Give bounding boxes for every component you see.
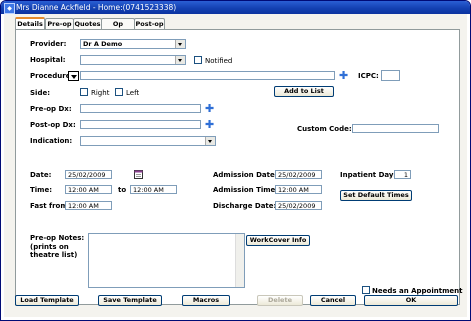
procedure-dropdown-button[interactable] bbox=[68, 71, 79, 81]
details-panel: Provider: Dr A Demo Hospital: Notified P… bbox=[15, 29, 463, 305]
time-from-input[interactable]: 12:00 AM bbox=[65, 185, 112, 194]
tab-op-notes[interactable]: Op Notes bbox=[101, 18, 135, 38]
dialog-window: ◆ Mrs Dianne Ackfield - Home:(0741523338… bbox=[0, 0, 471, 321]
add-to-list-button[interactable]: Add to List bbox=[274, 86, 334, 97]
to-label: to bbox=[118, 186, 127, 194]
time-to-input[interactable]: 12:00 AM bbox=[130, 185, 177, 194]
preop-dx-label: Pre-op Dx: bbox=[30, 105, 72, 113]
side-label: Side: bbox=[30, 89, 50, 97]
preop-notes-textarea[interactable] bbox=[88, 233, 245, 288]
provider-value: Dr A Demo bbox=[83, 40, 123, 48]
preop-notes-label: Pre-op Notes: bbox=[30, 234, 85, 242]
save-template-button[interactable]: Save Template bbox=[98, 295, 162, 306]
icpc-label: ICPC: bbox=[358, 72, 379, 80]
provider-label: Provider: bbox=[30, 40, 67, 48]
dialog-client: Details Pre-op Quotes Op Notes Post-op P… bbox=[4, 14, 467, 317]
discharge-date-input[interactable]: 25/02/2009 bbox=[275, 201, 322, 210]
plus-icon[interactable]: ✚ bbox=[205, 103, 214, 114]
custom-code-input[interactable] bbox=[352, 124, 439, 133]
hospital-select[interactable] bbox=[80, 55, 186, 65]
indication-select[interactable] bbox=[80, 136, 216, 146]
set-default-times-button[interactable]: Set Default Times bbox=[340, 190, 412, 201]
tab-post-op[interactable]: Post-op bbox=[134, 18, 165, 29]
admission-date-label: Admission Date: bbox=[213, 171, 278, 179]
title-bar[interactable]: ◆ Mrs Dianne Ackfield - Home:(0741523338… bbox=[1, 1, 470, 14]
ok-button[interactable]: OK bbox=[364, 295, 458, 306]
window-title: Mrs Dianne Ackfield - Home:(0741523338) bbox=[16, 3, 177, 12]
left-checkbox[interactable] bbox=[115, 88, 123, 96]
macros-button[interactable]: Macros bbox=[182, 295, 230, 306]
chevron-down-icon[interactable] bbox=[175, 40, 185, 48]
notes-scrollbar[interactable] bbox=[235, 234, 244, 287]
right-label: Right bbox=[91, 89, 110, 97]
notified-checkbox[interactable] bbox=[194, 56, 202, 64]
procedure-input[interactable] bbox=[80, 71, 335, 80]
preop-notes-subtitle: (prints on theatre list) bbox=[30, 243, 78, 259]
postop-dx-input[interactable] bbox=[80, 120, 201, 129]
admission-date-input[interactable]: 25/02/2009 bbox=[275, 170, 322, 179]
workcover-info-button[interactable]: WorkCover Info bbox=[246, 235, 310, 246]
delete-button[interactable]: Delete bbox=[257, 295, 303, 306]
plus-icon[interactable]: ✚ bbox=[339, 70, 348, 81]
cancel-button[interactable]: Cancel bbox=[310, 295, 356, 306]
needs-appointment-checkbox[interactable] bbox=[362, 286, 370, 294]
time-label: Time: bbox=[30, 186, 53, 194]
app-icon: ◆ bbox=[4, 3, 15, 14]
plus-icon[interactable]: ✚ bbox=[205, 119, 214, 130]
admission-time-input[interactable]: 12:00 AM bbox=[275, 185, 322, 194]
fast-from-input[interactable]: 12:00 AM bbox=[65, 201, 112, 210]
indication-label: Indication: bbox=[30, 137, 73, 145]
chevron-down-icon[interactable] bbox=[205, 137, 215, 145]
right-checkbox[interactable] bbox=[80, 88, 88, 96]
hospital-label: Hospital: bbox=[30, 56, 66, 64]
discharge-date-label: Discharge Date: bbox=[213, 202, 277, 210]
inpatient-days-input[interactable]: 1 bbox=[394, 170, 411, 179]
tab-pre-op[interactable]: Pre-op bbox=[45, 18, 74, 29]
admission-time-label: Admission Time: bbox=[213, 186, 279, 194]
calendar-icon[interactable] bbox=[134, 169, 143, 179]
load-template-button[interactable]: Load Template bbox=[15, 295, 79, 306]
date-input[interactable]: 25/02/2009 bbox=[65, 170, 112, 179]
procedure-label: Procedure: bbox=[30, 72, 74, 80]
preop-dx-input[interactable] bbox=[80, 104, 201, 113]
chevron-down-icon[interactable] bbox=[175, 56, 185, 64]
custom-code-label: Custom Code: bbox=[297, 125, 352, 133]
inpatient-days-label: Inpatient Days: bbox=[340, 171, 401, 179]
provider-select[interactable]: Dr A Demo bbox=[80, 39, 186, 49]
icpc-input[interactable] bbox=[381, 70, 400, 81]
left-label: Left bbox=[126, 89, 140, 97]
postop-dx-label: Post-op Dx: bbox=[30, 121, 76, 129]
needs-appointment-label: Needs an Appointment bbox=[372, 287, 463, 295]
notified-label: Notified bbox=[205, 57, 233, 65]
date-label: Date: bbox=[30, 171, 52, 179]
tab-quotes[interactable]: Quotes bbox=[73, 18, 102, 29]
